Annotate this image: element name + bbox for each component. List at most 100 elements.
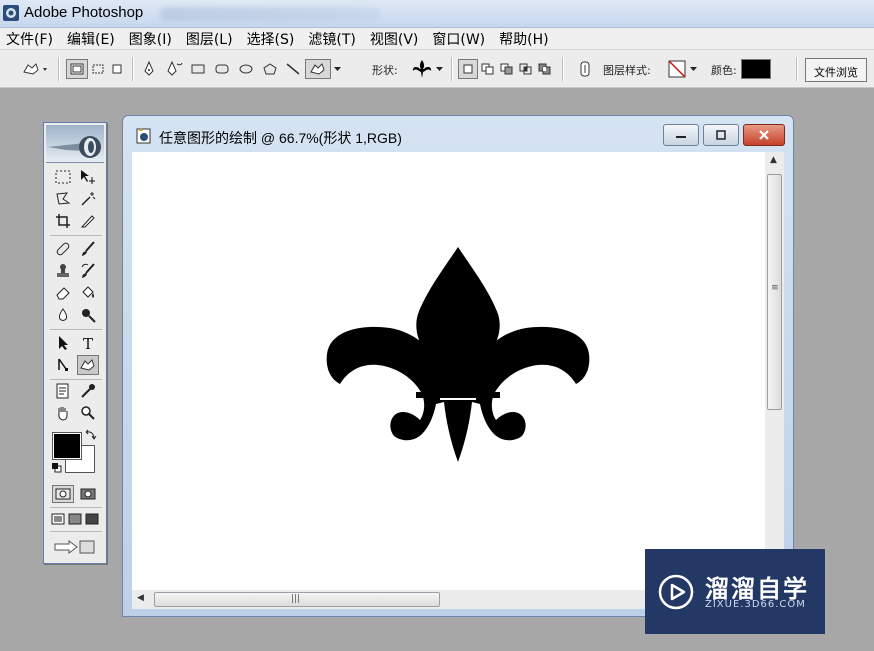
vertical-scroll-thumb[interactable]: ≡ — [767, 174, 782, 410]
menu-layer[interactable]: 图层(L) — [186, 29, 233, 49]
menu-window[interactable]: 窗口(W) — [432, 29, 485, 49]
direct-selection-tool[interactable] — [52, 355, 74, 375]
full-screen-mode-button[interactable] — [84, 511, 100, 527]
water-drop-icon — [58, 308, 68, 321]
layer-style-picker[interactable] — [666, 59, 688, 79]
horizontal-scroll-thumb[interactable]: ||| — [154, 592, 440, 607]
healing-brush-tool[interactable] — [52, 239, 74, 259]
menu-file[interactable]: 文件(F) — [6, 29, 53, 49]
fill-pixels-icon — [112, 64, 122, 74]
menu-help[interactable]: 帮助(H) — [499, 29, 548, 49]
adobe-online-icon — [48, 136, 101, 158]
layer-style-label: 图层样式: — [603, 64, 651, 77]
scroll-up-arrow-icon[interactable]: ▲ — [770, 155, 777, 165]
custom-shape-tool[interactable] — [77, 355, 99, 375]
dodge-tool[interactable] — [77, 305, 99, 325]
crop-icon — [56, 214, 70, 228]
close-button[interactable] — [743, 124, 785, 146]
marquee-tool[interactable] — [52, 167, 74, 187]
custom-shape-tool-button[interactable] — [305, 59, 331, 79]
menu-edit[interactable]: 编辑(E) — [67, 29, 115, 49]
fleur-de-lis-icon — [412, 60, 432, 78]
toolbox-header[interactable] — [46, 125, 104, 163]
standard-mode-icon — [55, 488, 71, 500]
crop-tool[interactable] — [52, 211, 74, 231]
fleur-de-lis-shape[interactable] — [322, 244, 592, 466]
quick-mask-mode-button[interactable] — [77, 485, 99, 503]
brush-tool[interactable] — [77, 239, 99, 259]
exclude-overlapping-areas-button[interactable] — [536, 59, 554, 79]
scroll-left-arrow-icon[interactable]: ◀ — [137, 593, 144, 603]
subtract-from-shape-area-button[interactable] — [498, 59, 516, 79]
swap-colors-icon[interactable] — [85, 429, 97, 441]
app-title-bar: Adobe Photoshop — [0, 0, 874, 28]
menu-view[interactable]: 视图(V) — [370, 29, 419, 49]
link-layer-style-button[interactable] — [575, 59, 595, 79]
menu-filter[interactable]: 滤镜(T) — [308, 29, 355, 49]
line-tool-button[interactable] — [284, 59, 302, 79]
type-tool[interactable]: T — [77, 333, 99, 353]
quick-mask-icon — [80, 488, 96, 500]
standard-screen-mode-button[interactable] — [50, 511, 66, 527]
minimize-icon — [676, 136, 686, 138]
geometry-options-dropdown[interactable] — [332, 59, 342, 79]
intersect-shape-areas-button[interactable] — [517, 59, 535, 79]
magic-wand-tool[interactable] — [77, 189, 99, 209]
eyedropper-icon — [81, 384, 95, 398]
document-canvas[interactable] — [132, 152, 765, 590]
shape-picker-dropdown[interactable] — [434, 59, 444, 79]
shape-layers-mode-button[interactable] — [66, 59, 88, 79]
pen-icon — [144, 61, 154, 76]
zoom-tool[interactable] — [77, 403, 99, 423]
lasso-tool[interactable] — [52, 189, 74, 209]
full-screen-menu-mode-button[interactable] — [67, 511, 83, 527]
ellipse-tool-button[interactable] — [236, 59, 256, 79]
file-browser-tab[interactable]: 文件浏览 — [805, 58, 867, 82]
intersect-area-icon — [519, 63, 532, 75]
screen-mode-icon — [51, 513, 65, 525]
svg-text:T: T — [83, 335, 93, 351]
custom-shape-icon — [80, 359, 95, 371]
menu-image[interactable]: 图象(I) — [129, 29, 172, 49]
foreground-color-swatch[interactable] — [52, 432, 82, 460]
slice-tool[interactable] — [77, 211, 99, 231]
shape-color-swatch[interactable] — [741, 59, 771, 79]
eyedropper-tool[interactable] — [77, 381, 99, 401]
notes-tool[interactable] — [52, 381, 74, 401]
clone-stamp-tool[interactable] — [52, 261, 74, 281]
custom-shape-tool-icon — [23, 63, 47, 75]
create-new-shape-layer-button[interactable] — [458, 59, 478, 79]
line-icon — [286, 63, 300, 75]
paint-bucket-tool[interactable] — [77, 283, 99, 303]
paths-mode-button[interactable] — [89, 59, 107, 79]
rectangle-tool-button[interactable] — [188, 59, 208, 79]
rounded-rectangle-tool-button[interactable] — [212, 59, 232, 79]
freeform-pen-tool-button[interactable] — [164, 59, 186, 79]
history-brush-tool[interactable] — [77, 261, 99, 281]
default-colors-icon[interactable] — [52, 463, 62, 473]
layer-style-dropdown[interactable] — [688, 59, 698, 79]
eraser-tool[interactable] — [52, 283, 74, 303]
pen-tool-button[interactable] — [140, 59, 158, 79]
document-icon — [136, 128, 151, 144]
paint-bucket-icon — [82, 286, 94, 298]
move-tool[interactable] — [77, 167, 99, 187]
document-window: 任意图形的绘制 @ 66.7%(形状 1,RGB) ▲ ≡ ◀ ||| — [122, 115, 794, 617]
jump-to-imageready-button[interactable] — [52, 537, 98, 557]
tool-preset-picker[interactable] — [18, 59, 52, 79]
blur-tool[interactable] — [52, 305, 74, 325]
add-to-shape-area-button[interactable] — [479, 59, 497, 79]
hand-icon — [58, 407, 68, 421]
maximize-button[interactable] — [703, 124, 739, 146]
fill-pixels-mode-button[interactable] — [108, 59, 126, 79]
shape-picker[interactable] — [410, 59, 434, 79]
document-title: 任意图形的绘制 @ 66.7%(形状 1,RGB) — [159, 130, 402, 146]
minimize-button[interactable] — [663, 124, 699, 146]
vertical-scrollbar[interactable]: ▲ ≡ — [765, 152, 784, 590]
add-area-icon — [481, 63, 494, 75]
polygon-tool-button[interactable] — [260, 59, 280, 79]
hand-tool[interactable] — [52, 403, 74, 423]
standard-mode-button[interactable] — [52, 485, 74, 503]
menu-select[interactable]: 选择(S) — [247, 29, 295, 49]
path-selection-tool[interactable] — [52, 333, 74, 353]
